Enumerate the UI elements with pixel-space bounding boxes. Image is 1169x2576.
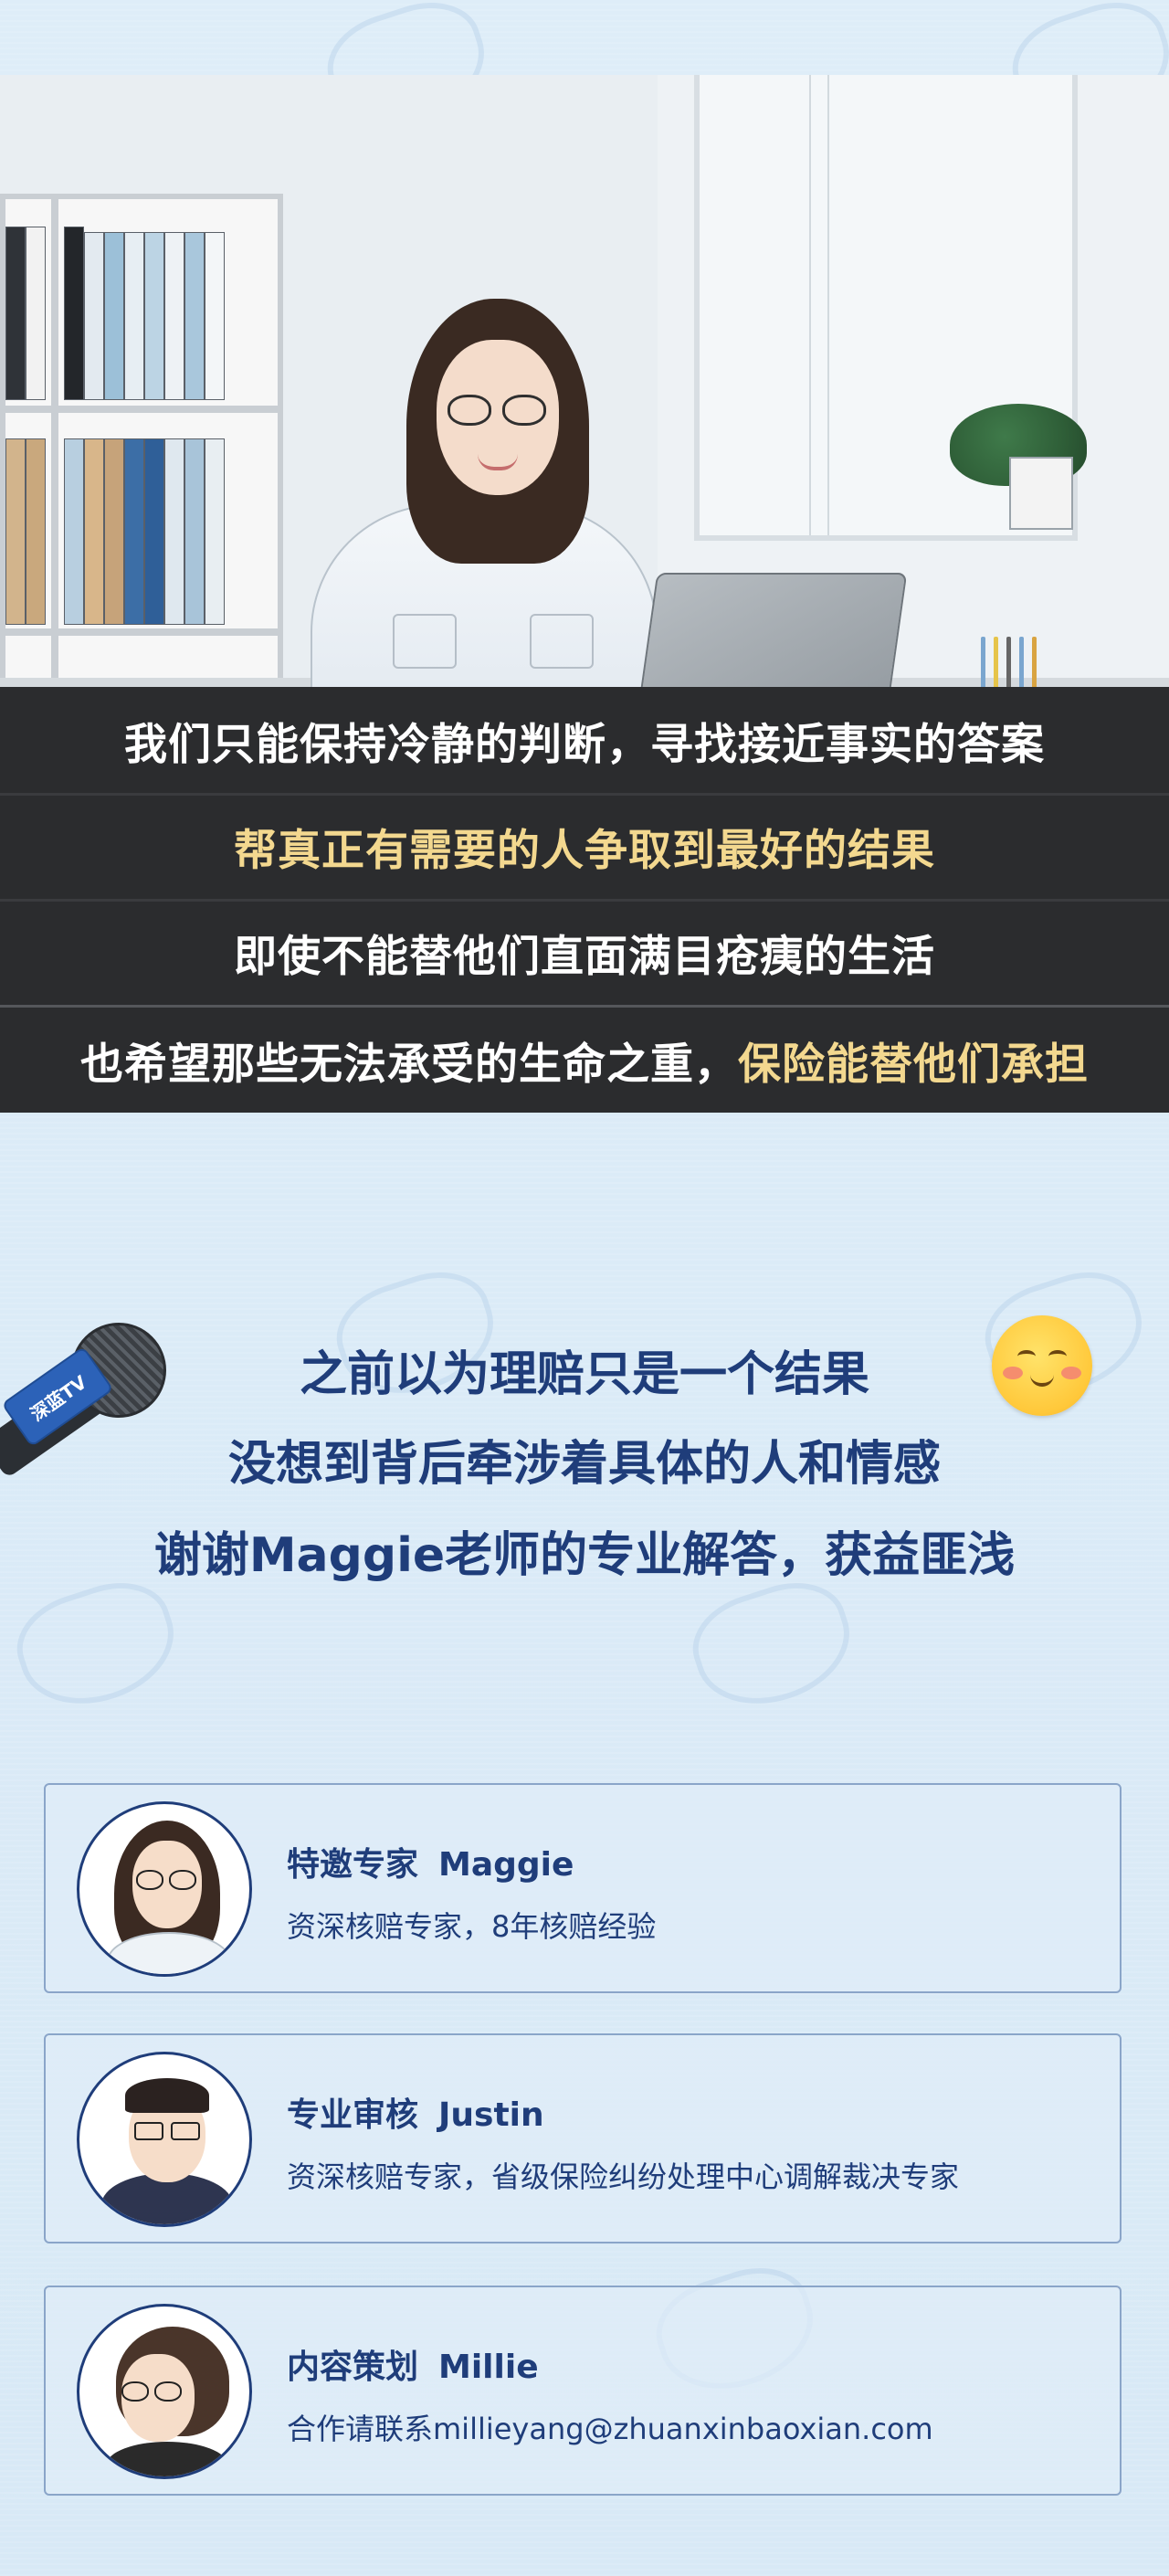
subtitle-highlight: 保险能替他们承担 bbox=[738, 1039, 1089, 1090]
closing-line: 之前以为理赔只是一个结果 bbox=[299, 1347, 869, 1402]
subtitle-line: 帮真正有需要的人争取到最好的结果 bbox=[0, 793, 1169, 899]
glasses-icon bbox=[448, 395, 491, 426]
credit-role: 特邀专家 Maggie bbox=[287, 1838, 574, 1885]
shirt-pocket bbox=[530, 614, 594, 669]
subtitle-band: 我们只能保持冷静的判断，寻找接近事实的答案 帮真正有需要的人争取到最好的结果 即… bbox=[0, 687, 1169, 1113]
credit-name: Justin bbox=[438, 2096, 544, 2134]
credit-card: 特邀专家 Maggie 资深核赔专家，8年核赔经验 bbox=[44, 1783, 1122, 1993]
closing-statement: 之前以为理赔只是一个结果 没想到背后牵涉着具体的人和情感 谢谢Maggie老师的… bbox=[0, 1297, 1169, 1608]
subtitle-text: 也希望那些无法承受的生命之重， bbox=[80, 1039, 738, 1090]
credit-name: Millie bbox=[438, 2349, 539, 2386]
plant-pot bbox=[1009, 457, 1073, 530]
subtitle-line: 我们只能保持冷静的判断，寻找接近事实的答案 bbox=[0, 687, 1169, 793]
shirt-pocket bbox=[393, 614, 457, 669]
credit-description: 资深核赔专家，省级保险纠纷处理中心调解裁决专家 bbox=[287, 2159, 960, 2194]
glasses-icon bbox=[502, 395, 546, 426]
credit-role: 内容策划 Millie bbox=[287, 2340, 539, 2388]
subtitle-text: 我们只能保持冷静的判断，寻找接近事实的答案 bbox=[124, 719, 1045, 770]
subtitle-line: 也希望那些无法承受的生命之重， 保险能替他们承担 bbox=[0, 1007, 1169, 1113]
office-illustration bbox=[0, 75, 1169, 687]
closing-line: 没想到背后牵涉着具体的人和情感 bbox=[227, 1437, 941, 1492]
subtitle-text: 即使不能替他们直面满目疮痍的生活 bbox=[234, 931, 935, 982]
credit-role: 专业审核 Justin bbox=[287, 2088, 544, 2136]
credit-role-title: 特邀专家 bbox=[287, 1846, 419, 1884]
bookshelf bbox=[0, 194, 283, 687]
avatar bbox=[77, 2304, 252, 2479]
credit-card: 专业审核 Justin 资深核赔专家，省级保险纠纷处理中心调解裁决专家 bbox=[44, 2033, 1122, 2243]
credit-role-title: 专业审核 bbox=[287, 2096, 419, 2134]
credit-card: 内容策划 Millie 合作请联系millieyang@zhuanxinbaoxi… bbox=[44, 2286, 1122, 2496]
subtitle-highlight: 帮真正有需要的人争取到最好的结果 bbox=[234, 825, 935, 876]
subtitle-line: 即使不能替他们直面满目疮痍的生活 bbox=[0, 899, 1169, 1005]
laptop bbox=[630, 573, 908, 687]
avatar bbox=[77, 2052, 252, 2227]
closing-line: 谢谢Maggie老师的专业解答，获益匪浅 bbox=[153, 1528, 1016, 1583]
credit-description: 资深核赔专家，8年核赔经验 bbox=[287, 1909, 657, 1944]
avatar bbox=[77, 1801, 252, 1977]
page: 我们只能保持冷静的判断，寻找接近事实的答案 帮真正有需要的人争取到最好的结果 即… bbox=[0, 0, 1169, 2576]
credit-name: Maggie bbox=[438, 1846, 574, 1884]
credit-role-title: 内容策划 bbox=[287, 2349, 419, 2386]
credit-description: 合作请联系millieyang@zhuanxinbaoxian.com bbox=[287, 2412, 933, 2446]
